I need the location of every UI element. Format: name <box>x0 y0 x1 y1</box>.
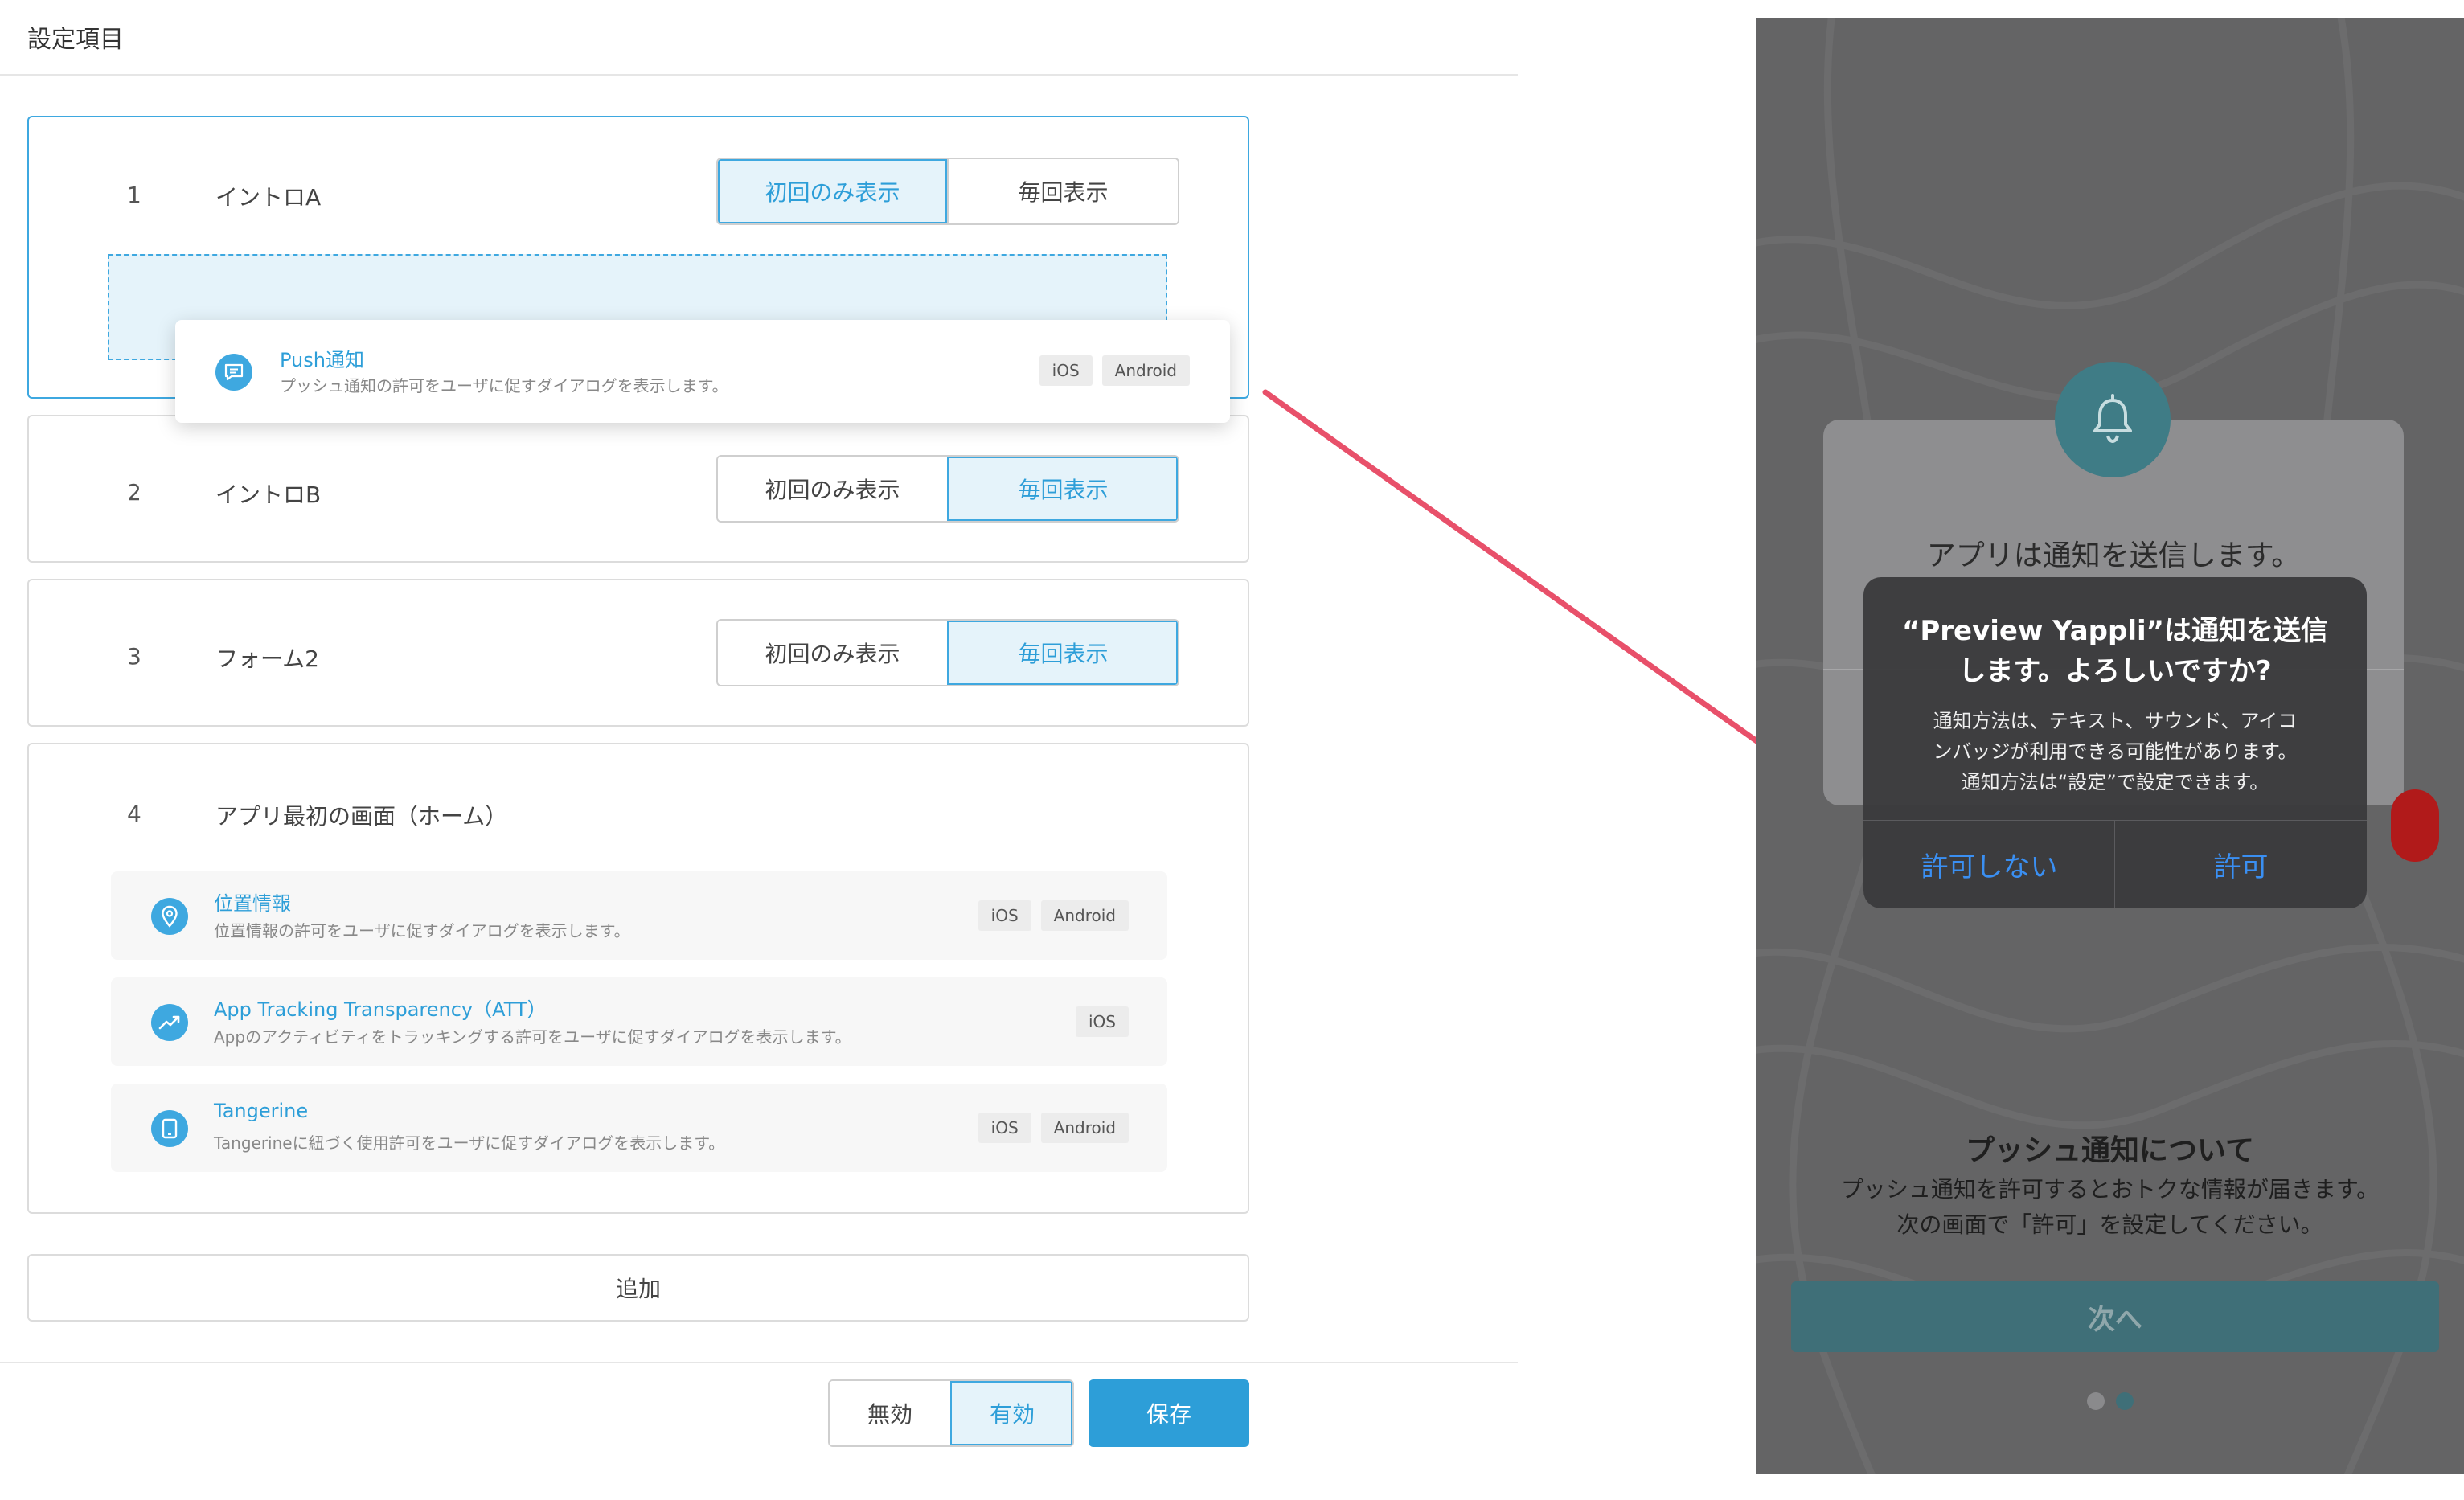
push-info-description: プッシュ通知を許可するとおトクな情報が届きます。 次の画面で「許可」を設定してく… <box>1756 1172 2464 1243</box>
item-name: App Tracking Transparency（ATT） <box>214 998 547 1021</box>
intro-text: アプリは通知を送信します。 <box>1926 539 2301 572</box>
add-button[interactable]: 追加 <box>27 1254 1249 1322</box>
item-description: Appのアクティビティをトラッキングする許可をユーザに促すダイアログを表示します… <box>214 1027 851 1047</box>
step-number: 4 <box>127 801 141 827</box>
header-divider <box>0 74 1518 76</box>
push-info-line: プッシュ通知を許可するとおトクな情報が届きます。 <box>1840 1176 2380 1203</box>
option-first-time-only[interactable]: 初回のみ表示 <box>718 159 947 223</box>
alert-message: 通知方法は、テキスト、サウンド、アイコ ンバッジが利用できる可能性があります。 … <box>1888 706 2343 797</box>
footer-divider <box>0 1362 1518 1363</box>
option-enabled[interactable]: 有効 <box>950 1381 1072 1445</box>
settings-editor: 設定項目 1 イントロA 初回のみ表示 毎回表示 2 イントロB 初回のみ表示 … <box>0 0 1518 1500</box>
option-disabled[interactable]: 無効 <box>830 1381 950 1445</box>
item-name: Tangerine <box>214 1100 309 1122</box>
alert-message-line: ンバッジが利用できる可能性があります。 <box>1933 740 2298 763</box>
phone-preview: アプリは通知を送信します。 “Preview Yappli”は通知を送信 します… <box>1756 18 2464 1474</box>
next-button[interactable]: 次へ <box>1791 1281 2439 1352</box>
display-frequency-toggle: 初回のみ表示 毎回表示 <box>716 455 1179 523</box>
step-title: アプリ最初の画面（ホーム） <box>215 803 508 830</box>
alert-message-line: 通知方法は、テキスト、サウンド、アイコ <box>1933 710 2298 732</box>
alert-title-line: “Preview Yappli”は通知を送信 <box>1902 615 2328 647</box>
display-frequency-toggle: 初回のみ表示 毎回表示 <box>716 158 1179 225</box>
option-first-time-only[interactable]: 初回のみ表示 <box>718 457 947 521</box>
option-first-time-only[interactable]: 初回のみ表示 <box>718 621 947 685</box>
step-number: 2 <box>127 479 141 506</box>
item-name: 位置情報 <box>214 892 291 915</box>
platform-badges: iOS Android <box>978 900 1129 931</box>
permission-item-att[interactable]: App Tracking Transparency（ATT） Appのアクティビ… <box>111 977 1167 1066</box>
platform-badges: iOS Android <box>1039 355 1190 386</box>
display-frequency-toggle: 初回のみ表示 毎回表示 <box>716 619 1179 686</box>
save-button[interactable]: 保存 <box>1089 1379 1249 1447</box>
alert-title-line: します。よろしいですか? <box>1958 655 2272 687</box>
platform-badge-ios: iOS <box>1039 355 1093 386</box>
trend-line-icon <box>151 1004 188 1041</box>
page-indicator <box>1756 1392 2464 1410</box>
step-title: イントロB <box>215 482 322 508</box>
step-card-3[interactable]: 3 フォーム2 初回のみ表示 毎回表示 <box>27 579 1249 727</box>
alert-message-line: 通知方法は“設定”で設定できます。 <box>1961 771 2269 793</box>
dragging-item-push-notification[interactable]: Push通知 プッシュ通知の許可をユーザに促すダイアログを表示します。 iOS … <box>175 320 1230 423</box>
allow-button[interactable]: 許可 <box>2115 820 2367 908</box>
option-every-time[interactable]: 毎回表示 <box>947 457 1178 521</box>
item-description: プッシュ通知の許可をユーザに促すダイアログを表示します。 <box>280 376 728 395</box>
ios-permission-alert: “Preview Yappli”は通知を送信 します。よろしいですか? 通知方法… <box>1863 577 2367 908</box>
platform-badge-android: Android <box>1040 1113 1129 1143</box>
alert-title: “Preview Yappli”は通知を送信 します。よろしいですか? <box>1888 611 2343 691</box>
option-every-time[interactable]: 毎回表示 <box>947 621 1178 685</box>
step-number: 3 <box>127 643 141 670</box>
platform-badge-ios: iOS <box>978 900 1031 931</box>
step-number: 1 <box>127 182 141 208</box>
push-info-line: 次の画面で「許可」を設定してください。 <box>1896 1211 2323 1238</box>
red-button-peek <box>2391 789 2439 862</box>
platform-badge-ios: iOS <box>978 1113 1031 1143</box>
push-info-title: プッシュ通知について <box>1966 1134 2254 1167</box>
permission-item-location[interactable]: 位置情報 位置情報の許可をユーザに促すダイアログを表示します。 iOS Andr… <box>111 871 1167 960</box>
item-description: 位置情報の許可をユーザに促すダイアログを表示します。 <box>214 921 630 941</box>
step-title: フォーム2 <box>215 645 319 672</box>
item-description: Tangerineに紐づく使用許可をユーザに促すダイアログを表示します。 <box>214 1133 725 1153</box>
page-title: 設定項目 <box>27 26 124 54</box>
page-dot-active[interactable] <box>2115 1392 2134 1410</box>
platform-badge-android: Android <box>1101 355 1190 386</box>
permission-item-tangerine[interactable]: Tangerine Tangerineに紐づく使用許可をユーザに促すダイアログを… <box>111 1084 1167 1172</box>
platform-badge-android: Android <box>1040 900 1129 931</box>
page-dot[interactable] <box>2086 1392 2105 1410</box>
deny-button[interactable]: 許可しない <box>1863 820 2115 908</box>
location-pin-icon <box>151 898 188 935</box>
option-every-time[interactable]: 毎回表示 <box>947 159 1178 223</box>
item-name: Push通知 <box>280 349 364 371</box>
enable-toggle: 無効 有効 <box>828 1379 1074 1447</box>
chat-bubble-icon <box>215 354 252 391</box>
platform-badge-ios: iOS <box>1076 1006 1129 1037</box>
step-card-2[interactable]: 2 イントロB 初回のみ表示 毎回表示 <box>27 415 1249 563</box>
platform-badges: iOS <box>1076 1006 1129 1037</box>
bell-icon <box>2055 362 2171 477</box>
tablet-icon <box>151 1110 188 1147</box>
step-title: イントロA <box>215 184 322 211</box>
platform-badges: iOS Android <box>978 1113 1129 1143</box>
